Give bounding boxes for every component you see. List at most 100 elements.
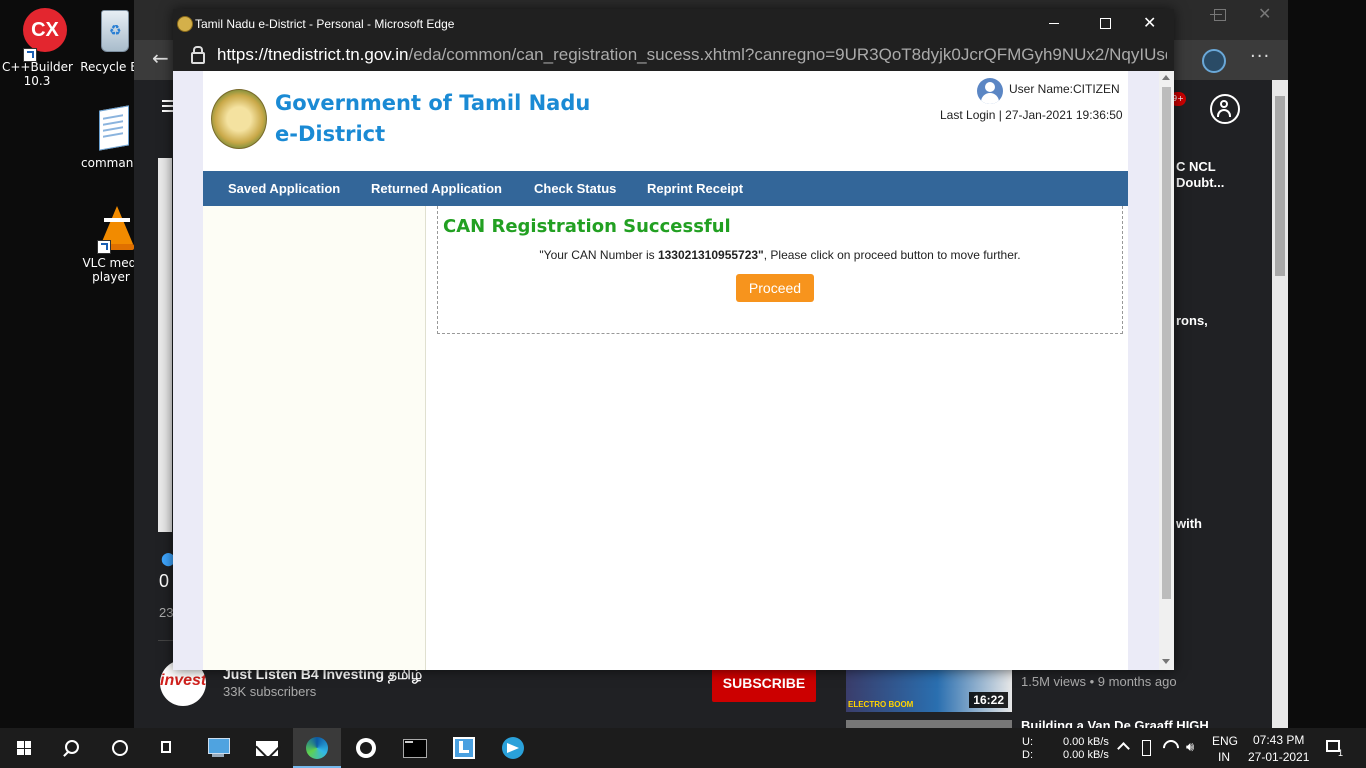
- site-favicon: [177, 16, 193, 32]
- edistrict-title: e-District: [275, 122, 386, 146]
- task-view-icon: [161, 741, 171, 753]
- gov-title: Government of Tamil Nadu: [275, 91, 591, 115]
- related-title-fragment[interactable]: C NCL: [1176, 159, 1216, 174]
- url-text[interactable]: https://tnedistrict.tn.gov.in/eda/common…: [217, 45, 1167, 65]
- success-heading: CAN Registration Successful: [443, 216, 731, 237]
- taskbar: U: D: 0.00 kB/s 0.00 kB/s 🔊︎ ENG IN 07:4…: [0, 728, 1366, 768]
- clock-date[interactable]: 27-01-2021: [1248, 750, 1309, 764]
- left-sidebar: [203, 206, 426, 670]
- desktop-icon-cppbuilder[interactable]: CX C++Builder 10.3: [2, 6, 73, 88]
- close-button[interactable]: ✕: [1143, 13, 1156, 32]
- taskbar-app-telegram[interactable]: [489, 728, 537, 768]
- net-up-speed: 0.00 kB/s: [1063, 736, 1109, 748]
- can-message: "Your CAN Number is 133021310955723", Pl…: [438, 248, 1122, 262]
- nav-returned-application[interactable]: Returned Application: [371, 171, 502, 206]
- notification-count: 1: [1338, 748, 1344, 758]
- lyx-icon: [453, 737, 475, 759]
- desktop-icon-label: C++Builder: [2, 60, 73, 74]
- clock-time[interactable]: 07:43 PM: [1253, 733, 1304, 747]
- profile-icon[interactable]: [1202, 49, 1226, 73]
- page-viewport: Government of Tamil Nadu e-District User…: [173, 71, 1159, 670]
- cortana-circle-icon: [112, 740, 128, 756]
- user-avatar-icon: [977, 78, 1003, 104]
- bg-text-fragment: 0: [159, 571, 170, 591]
- nav-reprint-receipt[interactable]: Reprint Receipt: [647, 171, 743, 206]
- channel-logo-text: invest: [160, 672, 206, 689]
- subscribe-label: SUBSCRIBE: [722, 675, 806, 691]
- net-down-speed: 0.00 kB/s: [1063, 749, 1109, 761]
- cortana-button[interactable]: [96, 728, 144, 768]
- related-title-fragment[interactable]: Doubt...: [1176, 175, 1224, 190]
- url-domain: https://tnedistrict.tn.gov.in: [217, 45, 409, 64]
- main-nav: Saved Application Returned Application C…: [203, 171, 1128, 206]
- next-thumbnail[interactable]: [846, 720, 1012, 728]
- video-duration: 16:22: [969, 692, 1008, 708]
- address-bar[interactable]: https://tnedistrict.tn.gov.in/eda/common…: [173, 39, 1174, 71]
- can-number: 133021310955723": [657, 248, 764, 262]
- more-options-icon[interactable]: ···: [1250, 46, 1270, 67]
- vlc-cone-icon: [87, 204, 135, 254]
- video-meta: 1.5M views • 9 months ago: [1021, 674, 1177, 689]
- taskbar-app-whatsapp[interactable]: [342, 728, 390, 768]
- volume-icon[interactable]: 🔊︎: [1186, 740, 1194, 755]
- scroll-down-arrow-icon[interactable]: [1162, 659, 1170, 664]
- page-scrollbar[interactable]: [1159, 71, 1174, 670]
- user-name: User Name:CITIZEN: [1009, 82, 1120, 96]
- cppbuilder-icon: CX: [13, 6, 67, 62]
- wifi-icon[interactable]: [1159, 736, 1183, 760]
- taskbar-app-terminal[interactable]: [390, 728, 438, 768]
- scroll-up-arrow-icon[interactable]: [1162, 75, 1170, 80]
- message-prefix: "Your CAN Number is: [539, 248, 658, 262]
- net-up-label: U:: [1022, 736, 1033, 748]
- back-arrow-icon[interactable]: ←: [152, 46, 169, 70]
- subscriber-count: 33K subscribers: [223, 684, 317, 699]
- video-player-area[interactable]: [158, 158, 172, 532]
- desktop-icon-label: 10.3: [23, 74, 51, 88]
- show-hidden-icons-chevron-icon[interactable]: [1117, 742, 1130, 755]
- minimize-button[interactable]: [1049, 23, 1059, 24]
- language-indicator-top[interactable]: ENG: [1212, 734, 1238, 748]
- net-down-label: D:: [1022, 749, 1033, 761]
- page-content: Government of Tamil Nadu e-District User…: [203, 71, 1128, 670]
- bg-scrollbar[interactable]: [1272, 80, 1288, 728]
- proceed-label: Proceed: [748, 280, 802, 296]
- edge-popup-window: Tamil Nadu e-District - Personal - Micro…: [173, 9, 1174, 670]
- battery-icon[interactable]: [1142, 740, 1151, 756]
- window-titlebar: Tamil Nadu e-District - Personal - Micro…: [173, 9, 1174, 39]
- maximize-button[interactable]: [1100, 18, 1111, 29]
- taskbar-app-lyx[interactable]: [440, 728, 488, 768]
- start-button[interactable]: [0, 728, 48, 768]
- language-indicator-bottom[interactable]: IN: [1218, 750, 1230, 764]
- windows-logo-icon: [17, 741, 31, 755]
- computer-icon: [208, 738, 230, 754]
- window-title: Tamil Nadu e-District - Personal - Micro…: [195, 17, 455, 31]
- recycle-bin-icon: ♻: [87, 6, 135, 54]
- taskbar-app-explorer[interactable]: [194, 728, 242, 768]
- scroll-thumb[interactable]: [1162, 87, 1171, 599]
- bg-text-fragment: 23: [159, 605, 174, 620]
- proceed-button[interactable]: Proceed: [736, 274, 814, 302]
- bg-maximize-icon[interactable]: [1214, 9, 1226, 21]
- nav-check-status[interactable]: Check Status: [534, 171, 616, 206]
- last-login: Last Login | 27-Jan-2021 19:36:50: [940, 108, 1123, 122]
- video-title-partial[interactable]: Building a Van De Graaff HIGH: [1021, 718, 1209, 728]
- tn-emblem-logo: [211, 89, 267, 149]
- divider: [158, 640, 174, 641]
- taskbar-app-mail[interactable]: [243, 728, 291, 768]
- url-path: /eda/common/can_registration_sucess.xhtm…: [408, 45, 1168, 64]
- nav-saved-application[interactable]: Saved Application: [228, 171, 340, 206]
- video-thumbnail[interactable]: ELECTRO BOOM 16:22: [846, 670, 1012, 712]
- search-button[interactable]: [48, 728, 96, 768]
- related-title-fragment[interactable]: rons,: [1176, 313, 1208, 328]
- taskbar-app-edge[interactable]: [293, 728, 341, 768]
- message-suffix: , Please click on proceed button to move…: [763, 248, 1021, 262]
- account-avatar-icon[interactable]: [1210, 94, 1240, 124]
- lock-shackle: [193, 46, 203, 54]
- notepad-icon: [87, 104, 135, 152]
- task-view-button[interactable]: [144, 728, 192, 768]
- thumbnail-caption: ELECTRO BOOM: [848, 700, 914, 709]
- edge-icon: [306, 737, 328, 759]
- result-panel: CAN Registration Successful "Your CAN Nu…: [437, 206, 1123, 334]
- bg-close-icon[interactable]: ✕: [1258, 4, 1271, 23]
- related-title-fragment[interactable]: with: [1176, 516, 1202, 531]
